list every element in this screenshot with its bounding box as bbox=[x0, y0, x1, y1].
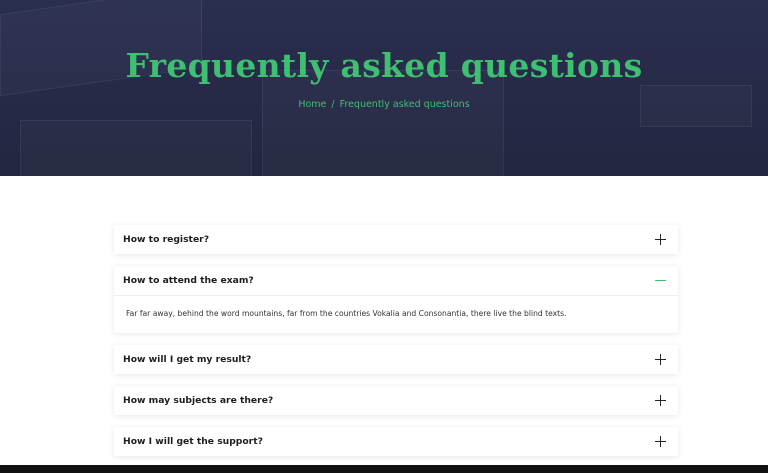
faq-question-header[interactable]: How I will get the support? bbox=[114, 427, 678, 456]
plus-icon[interactable] bbox=[655, 395, 666, 406]
breadcrumb-separator: / bbox=[331, 99, 335, 110]
faq-question: How will I get my result? bbox=[123, 354, 252, 365]
faq-question: How to register? bbox=[123, 234, 210, 245]
faq-item: How will I get my result? bbox=[114, 345, 678, 374]
faq-question-header[interactable]: How to register? bbox=[114, 225, 678, 254]
page-title: Frequently asked questions bbox=[125, 46, 643, 85]
faq-item: How to register? bbox=[114, 225, 678, 254]
faq-question-header[interactable]: How will I get my result? bbox=[114, 345, 678, 374]
background-image-panel bbox=[262, 70, 504, 176]
faq-list: How to register? How to attend the exam?… bbox=[114, 225, 678, 468]
faq-item: How I will get the support? bbox=[114, 427, 678, 456]
faq-question-header[interactable]: How may subjects are there? bbox=[114, 386, 678, 415]
faq-question-header[interactable]: How to attend the exam? bbox=[114, 266, 678, 295]
breadcrumb: Home / Frequently asked questions bbox=[0, 99, 768, 110]
footer-bar bbox=[0, 465, 768, 473]
faq-answer: Far far away, behind the word mountains,… bbox=[114, 295, 678, 333]
breadcrumb-current: Frequently asked questions bbox=[339, 99, 470, 110]
faq-question: How to attend the exam? bbox=[123, 275, 254, 286]
breadcrumb-home-link[interactable]: Home bbox=[298, 99, 326, 110]
background-image-panel bbox=[20, 120, 252, 176]
plus-icon[interactable] bbox=[655, 234, 666, 245]
hero-banner: Frequently asked questions Home / Frequent… bbox=[0, 0, 768, 176]
faq-question: How I will get the support? bbox=[123, 436, 263, 447]
minus-icon[interactable] bbox=[655, 275, 666, 286]
plus-icon[interactable] bbox=[655, 354, 666, 365]
plus-icon[interactable] bbox=[655, 436, 666, 447]
faq-item: How may subjects are there? bbox=[114, 386, 678, 415]
faq-item: How to attend the exam? Far far away, be… bbox=[114, 266, 678, 333]
faq-question: How may subjects are there? bbox=[123, 395, 274, 406]
